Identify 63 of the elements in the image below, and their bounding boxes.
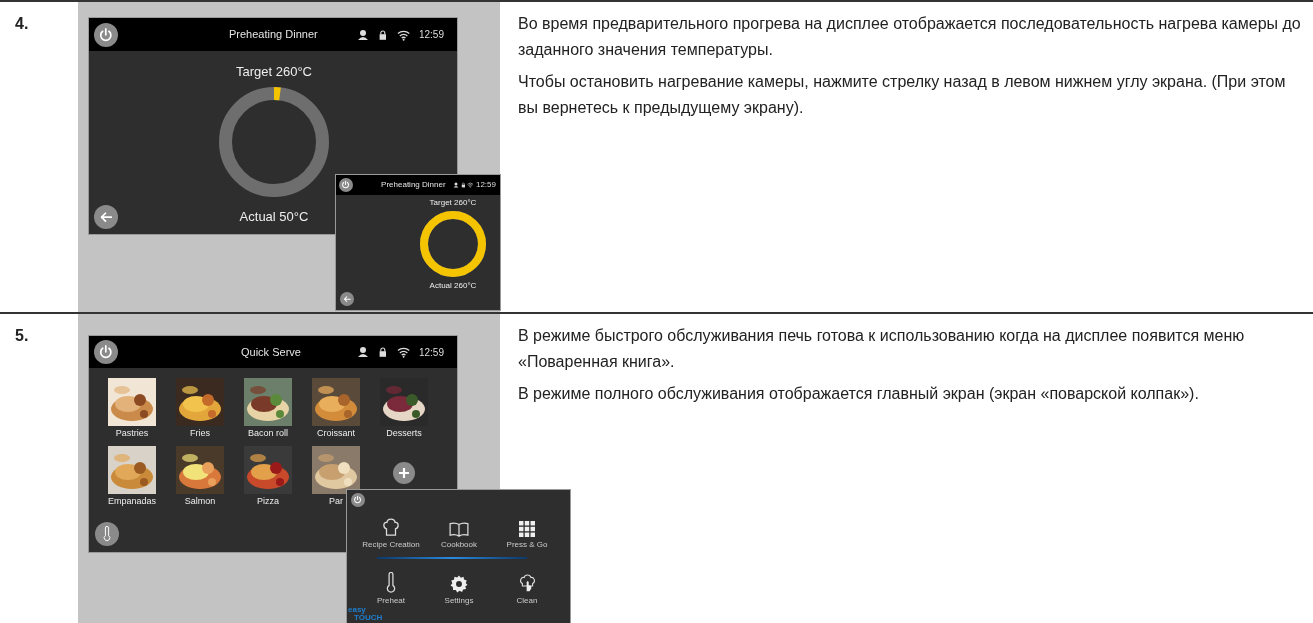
- tile-label: Desserts: [386, 427, 422, 439]
- power-button[interactable]: [94, 22, 118, 47]
- tile-label: Empanadas: [107, 495, 156, 507]
- wifi-icon: [467, 182, 474, 188]
- lock-icon: [378, 346, 388, 358]
- grid-icon: [519, 521, 535, 537]
- menu-item[interactable]: Press & Go: [493, 508, 561, 550]
- power-icon: [353, 495, 363, 505]
- back-arrow-icon: [342, 294, 352, 304]
- tile-label: Pizza: [257, 495, 279, 507]
- hand-icon: [518, 574, 536, 593]
- brand-logo: easy TOUCH: [348, 606, 383, 622]
- wifi-icon: [396, 28, 410, 41]
- back-arrow-icon: [98, 209, 114, 225]
- instruction-text: Чтобы остановить нагревание камеры, нажмите стрелку назад в левом нижнем углу экрана. (При этом вы вернетесь к предыдущему экрану).: [518, 72, 1287, 118]
- power-icon: [98, 26, 114, 43]
- tile-label: Salmon: [184, 495, 216, 507]
- screen-title: Preheating Dinner: [229, 27, 318, 43]
- back-button[interactable]: [94, 205, 118, 229]
- gear-icon: [450, 575, 468, 593]
- target-temperature: Target 260°C: [236, 63, 312, 81]
- actual-temperature: Actual 260°C: [429, 280, 477, 292]
- menu-item[interactable]: Clean: [493, 564, 561, 606]
- menu-item[interactable]: Recipe Creation: [357, 508, 425, 550]
- tile-label: Croissant: [317, 427, 355, 439]
- book-icon: [448, 521, 470, 537]
- tile-label: Fries: [190, 427, 210, 439]
- clock-time: 12:59: [475, 179, 496, 191]
- target-temperature: Target 260°C: [429, 197, 477, 209]
- person-icon: [452, 182, 459, 188]
- plus-icon: [398, 467, 410, 479]
- power-button[interactable]: [351, 493, 365, 507]
- lock-icon: [460, 182, 466, 188]
- power-button[interactable]: [94, 340, 118, 364]
- actual-temperature: Actual 50°C: [239, 207, 309, 226]
- menu-item[interactable]: Settings: [425, 564, 493, 606]
- step-number: 5.: [15, 327, 29, 344]
- clock-time: 12:59: [418, 345, 444, 360]
- power-icon: [98, 344, 114, 360]
- screen-title: Quick Serve: [241, 344, 301, 360]
- instruction-text: Во время предварительного прогрева на дисплее отображается последовательность нагрева камеры до заданного значения температуры.: [518, 14, 1302, 60]
- screen-title: Preheating Dinner: [380, 179, 447, 191]
- instruction-text: В режиме полного обслуживания отображается главный экран (экран «поварской колпак»).: [518, 384, 1200, 404]
- tile-label: Par: [329, 495, 343, 507]
- thermometer-icon: [103, 526, 111, 542]
- person-icon: [357, 28, 370, 41]
- person-icon: [357, 346, 370, 358]
- chef-hat-icon: [382, 517, 400, 537]
- wifi-icon: [396, 346, 410, 358]
- preheat-button[interactable]: [95, 522, 119, 546]
- power-button[interactable]: [339, 178, 353, 192]
- power-icon: [341, 180, 351, 190]
- step-number: 4.: [15, 15, 29, 32]
- back-button[interactable]: [340, 292, 354, 306]
- menu-item[interactable]: Cookbook: [425, 508, 493, 550]
- lock-icon: [378, 28, 388, 41]
- instruction-text: В режиме быстрого обслуживания печь готова к использованию когда на дисплее появится меню «Поваренная книга».: [518, 326, 1246, 372]
- add-button[interactable]: [393, 462, 415, 484]
- menu-item[interactable]: Preheat: [357, 564, 425, 606]
- thermometer-icon: [386, 572, 396, 593]
- tile-label: Pastries: [115, 427, 149, 439]
- clock-time: 12:59: [418, 28, 444, 42]
- tile-label: Bacon roll: [248, 427, 288, 439]
